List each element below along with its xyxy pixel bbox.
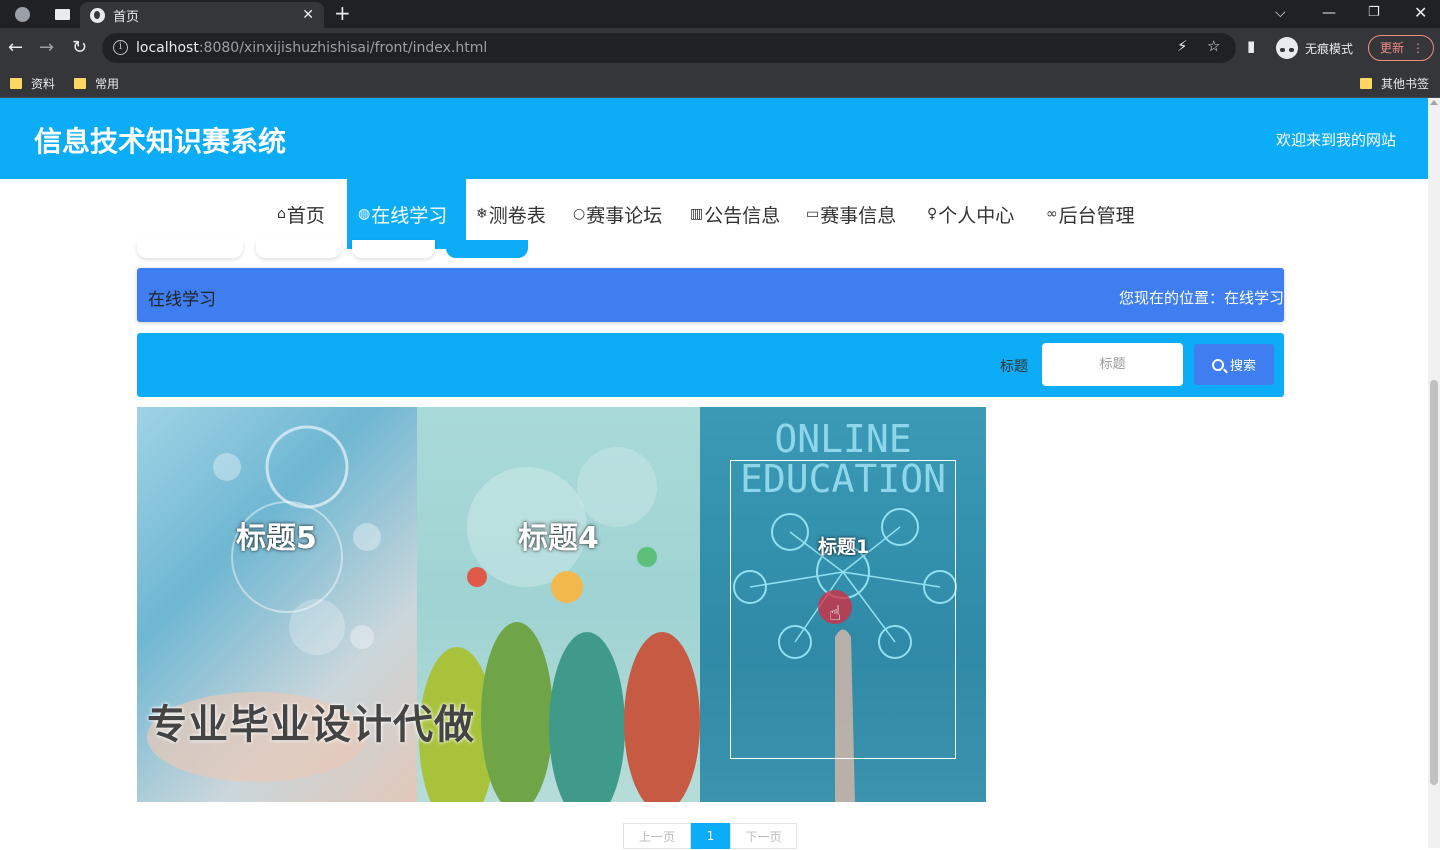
carousel-tab-ghost — [352, 240, 435, 258]
nav-label: 公告信息 — [704, 204, 781, 227]
bookmark-folder-ziliao[interactable]: 资料 — [10, 68, 55, 98]
nav-item-online-study[interactable]: ◍ 在线学习 — [347, 179, 466, 249]
bookmark-folder-changyong[interactable]: 常用 — [74, 68, 119, 98]
update-button[interactable]: 更新 ⋮ — [1368, 35, 1434, 61]
folder-icon — [1360, 77, 1372, 89]
incognito-indicator[interactable]: 无痕模式 — [1276, 36, 1353, 60]
chat-bubble-icon: ○ — [573, 206, 586, 222]
bookmark-label: 常用 — [95, 76, 120, 91]
card-image-text: ONLINE — [774, 417, 911, 461]
folder-icon — [10, 77, 22, 89]
watermark-text: 专业毕业设计代做 — [147, 702, 475, 748]
notice-icon: ▥ — [690, 206, 704, 222]
more-menu-icon[interactable]: ⋮ — [1412, 36, 1424, 60]
nav-label: 在线学习 — [371, 204, 448, 227]
user-icon: ♀ — [927, 206, 938, 222]
snowflake-icon: ❄ — [476, 206, 488, 222]
nav-item-forum[interactable]: ○ 赛事论坛 — [573, 179, 662, 249]
side-panel-icon[interactable]: ▮ — [1247, 37, 1255, 55]
nav-item-test-papers[interactable]: ❄ 测卷表 — [476, 179, 546, 249]
close-icon[interactable]: ✕ — [302, 7, 314, 23]
carousel-tab-ghost — [256, 240, 341, 258]
incognito-label: 无痕模式 — [1305, 41, 1354, 56]
window-close-icon[interactable]: ✕ — [1414, 0, 1427, 28]
nav-item-announcements[interactable]: ▥ 公告信息 — [690, 179, 780, 249]
search-button-label: 搜索 — [1229, 359, 1256, 374]
browser-globe-icon[interactable] — [12, 0, 32, 28]
url-path: :8080/xinxijishuzhishisai/front/index.ht… — [198, 40, 488, 56]
hand-cursor-icon: ☝ — [829, 601, 842, 625]
bookmark-star-icon[interactable]: ☆ — [1207, 37, 1220, 55]
search-icon — [1211, 358, 1224, 371]
carousel-tab-ghost — [137, 240, 243, 258]
section-title: 在线学习 — [148, 290, 216, 310]
globe-icon: ◍ — [358, 206, 371, 222]
breadcrumb: 您现在的位置：在线学习 — [1118, 289, 1284, 307]
nav-item-profile[interactable]: ♀ 个人中心 — [927, 179, 1014, 249]
next-page-button[interactable]: 下一页 — [730, 823, 797, 849]
forward-arrow-icon[interactable]: → — [39, 28, 54, 68]
tab-title: 首页 — [113, 9, 140, 25]
browser-tab-active[interactable]: 首页 ✕ — [80, 2, 324, 28]
translate-icon[interactable]: ⚡ — [1177, 37, 1188, 55]
card-title[interactable]: 标题1 — [818, 532, 869, 559]
nav-item-admin[interactable]: ∞ 后台管理 — [1046, 179, 1135, 249]
bookmarks-bar — [0, 68, 1440, 98]
scroll-up-arrow-icon[interactable] — [1430, 100, 1438, 105]
search-button[interactable]: 搜索 — [1194, 344, 1274, 385]
tab-favicon-icon — [90, 7, 105, 23]
nav-label: 后台管理 — [1058, 204, 1135, 227]
new-tab-icon[interactable]: + — [334, 0, 351, 28]
other-bookmarks-label: 其他书签 — [1381, 76, 1430, 91]
welcome-text: 欢迎来到我的网站 — [1275, 131, 1396, 149]
site-title: 信息技术知识赛系统 — [34, 125, 287, 158]
nav-label: 测卷表 — [488, 204, 546, 227]
nav-label: 赛事论坛 — [586, 204, 663, 227]
page-number-current[interactable]: 1 — [691, 823, 730, 849]
bookmark-label: 资料 — [31, 76, 56, 91]
nav-label: 个人中心 — [938, 204, 1015, 227]
folder-icon — [74, 77, 86, 89]
home-icon: ⌂ — [277, 206, 286, 222]
tab-list-chevron-icon[interactable]: ⌵ — [1275, 0, 1286, 28]
update-label: 更新 — [1380, 41, 1405, 55]
site-info-icon[interactable]: i — [113, 40, 128, 55]
incognito-icon — [1276, 37, 1298, 59]
card-title[interactable]: 标题5 — [236, 513, 317, 557]
back-arrow-icon[interactable]: ← — [8, 28, 23, 68]
url-host: localhost — [136, 40, 199, 56]
minimize-icon[interactable]: — — [1322, 0, 1336, 28]
nav-label: 赛事信息 — [820, 204, 897, 227]
address-bar[interactable]: i localhost:8080/xinxijishuzhishisai/fro… — [102, 33, 1236, 63]
search-input[interactable] — [1042, 343, 1183, 386]
prev-page-button[interactable]: 上一页 — [623, 823, 691, 849]
book-icon: ▭ — [806, 206, 820, 222]
nav-label: 首页 — [286, 204, 325, 227]
card-title[interactable]: 标题4 — [518, 513, 599, 557]
other-bookmarks[interactable]: 其他书签 — [1360, 68, 1429, 98]
link-icon: ∞ — [1046, 206, 1058, 222]
tab-search-icon[interactable] — [52, 0, 72, 28]
search-label: 标题 — [1000, 359, 1028, 375]
breadcrumb-bar — [137, 268, 1284, 322]
scrollbar-thumb[interactable] — [1430, 380, 1438, 785]
nav-item-home[interactable]: ⌂ 首页 — [277, 179, 325, 249]
carousel-tab-ghost-active — [446, 240, 528, 258]
reload-icon[interactable]: ↻ — [72, 28, 87, 68]
restore-icon[interactable]: ❐ — [1368, 0, 1380, 28]
nav-item-event-info[interactable]: ▭ 赛事信息 — [806, 179, 896, 249]
